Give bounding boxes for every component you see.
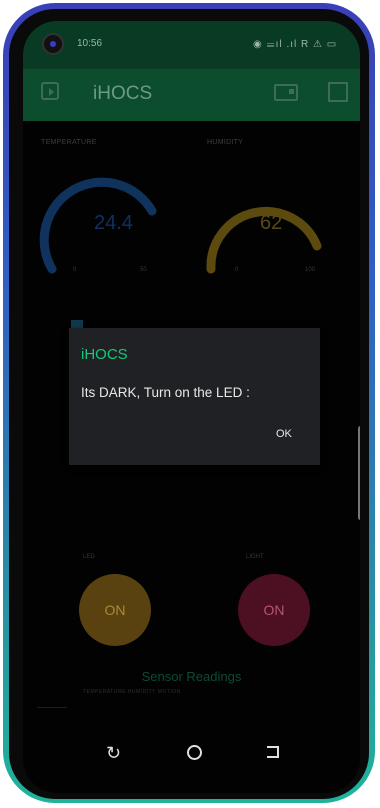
temperature-value: 24.4 (94, 212, 133, 234)
light-button-label: LIGHT (246, 554, 264, 560)
chart-legend: TEMPERATURE HUMIDITY MOTION (83, 689, 181, 695)
humidity-max: 100 (305, 267, 316, 273)
chart-axis (37, 707, 67, 708)
dialog-message: Its DARK, Turn on the LED : (81, 385, 250, 400)
dialog-title: iHOCS (81, 346, 128, 363)
square-icon[interactable] (328, 82, 348, 102)
widget-handle (71, 320, 83, 328)
home-icon[interactable] (187, 745, 202, 760)
ok-button[interactable]: OK (276, 428, 292, 440)
app-bar: iHOCS (23, 69, 360, 121)
temperature-label: TEMPERATURE (41, 139, 97, 146)
screen: 10:56 ◉ 𝍢ıl .ıl R ⚠ ▭ iHOCS TEMPERATURE … (23, 21, 360, 793)
status-time: 10:56 (77, 38, 103, 49)
temperature-min: 0 (73, 267, 77, 273)
recent-apps-icon[interactable]: ↻ (106, 743, 121, 764)
sensor-readings-title: Sensor Readings (141, 669, 242, 684)
alert-dialog: iHOCS Its DARK, Turn on the LED : OK (69, 328, 320, 465)
app-title: iHOCS (93, 83, 153, 104)
temperature-max: 50 (140, 267, 147, 273)
status-icons: ◉ 𝍢ıl .ıl R ⚠ ▭ (253, 39, 338, 50)
camera-icon (42, 33, 64, 55)
humidity-min: 0 (235, 267, 239, 273)
status-bar: 10:56 ◉ 𝍢ıl .ıl R ⚠ ▭ (23, 21, 360, 69)
back-icon[interactable] (41, 82, 59, 100)
led-button-label: LED (83, 554, 95, 560)
light-toggle-button[interactable]: ON (238, 574, 310, 646)
led-toggle-button[interactable]: ON (79, 574, 151, 646)
humidity-value: 62 (260, 212, 283, 234)
back-nav-icon[interactable] (267, 746, 279, 758)
humidity-label: HUMIDITY (207, 139, 244, 146)
board-icon[interactable] (274, 84, 298, 101)
scroll-indicator[interactable] (358, 426, 360, 520)
